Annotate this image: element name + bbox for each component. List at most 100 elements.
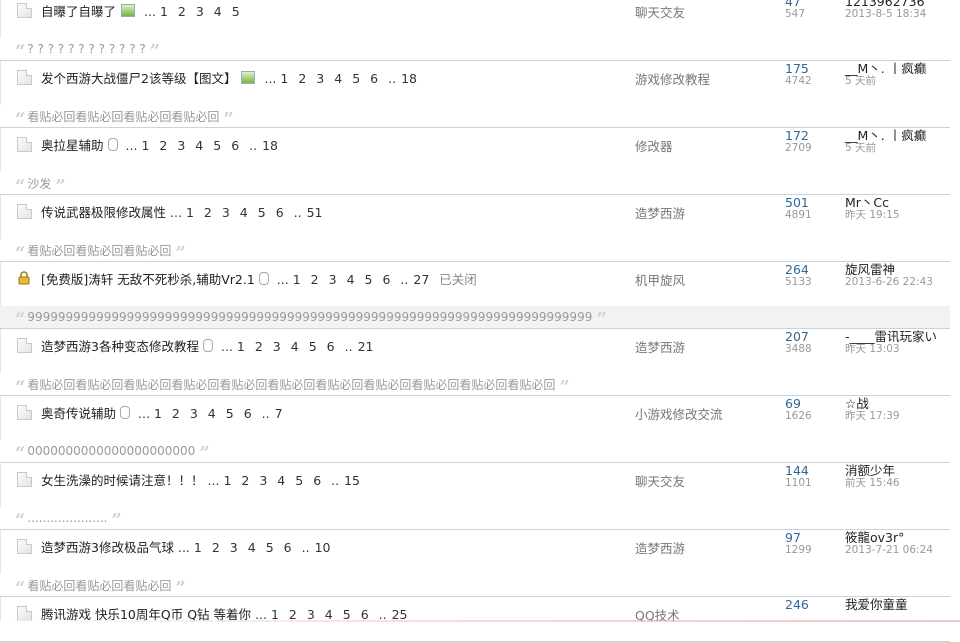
page-link[interactable]: 1 [141, 138, 149, 153]
last-post-user[interactable]: ☆战 [845, 397, 900, 410]
forum-link[interactable]: 聊天交友 [635, 2, 685, 21]
page-link[interactable]: 4 [347, 272, 355, 287]
page-link[interactable]: 3 [190, 406, 198, 421]
page-link[interactable]: 2 [204, 205, 212, 220]
reply-count[interactable]: 246 [785, 598, 809, 611]
page-link[interactable]: 5 [309, 339, 317, 354]
page-link[interactable]: 1 [293, 272, 301, 287]
thread-title-link[interactable]: 女生洗澡的时候请注意！！！ [41, 473, 204, 488]
thread-row[interactable]: 自曝了自曝了... 1 2 3 4 5 聊天交友 47 547 1213962736 2013-8-… [0, 0, 950, 38]
thread-row[interactable]: 女生洗澡的时候请注意！！！... 1 2 3 4 5 6.. 15 聊天交友 144 1101 消额少… [0, 463, 950, 507]
page-link[interactable]: 2 [178, 4, 186, 19]
page-link[interactable]: 3 [316, 71, 324, 86]
thread-row[interactable]: 奥拉星辅助... 1 2 3 4 5 6.. 18 修改器 172 2709 __M丶. 丨疯癫 5 天… [0, 128, 950, 172]
reply-count[interactable]: 69 [785, 397, 812, 410]
page-link[interactable]: 6 [382, 272, 390, 287]
page-link[interactable]: 5 [352, 71, 360, 86]
page-link[interactable]: 3 [230, 540, 238, 555]
thread-row[interactable]: 奥奇传说辅助... 1 2 3 4 5 6.. 7 小游戏修改交流 69 1626 ☆战 昨天 17:3… [0, 396, 950, 440]
page-link[interactable]: 5 [258, 205, 266, 220]
page-link[interactable]: 4 [334, 71, 342, 86]
thread-title-link[interactable]: 奥奇传说辅助 [41, 406, 116, 421]
forum-link[interactable]: 聊天交友 [635, 471, 685, 490]
thread-title-link[interactable]: 奥拉星辅助 [41, 138, 104, 153]
last-post-time[interactable]: 2013-6-26 22:43 [845, 276, 933, 289]
page-link[interactable]: 4 [291, 339, 299, 354]
page-link[interactable]: 27 [413, 272, 429, 287]
page-link[interactable]: 21 [358, 339, 374, 354]
last-post-time[interactable]: 2013-7-21 06:24 [845, 544, 933, 557]
page-link[interactable]: 2 [255, 339, 263, 354]
last-post-user[interactable]: 我爱你童童 [845, 598, 908, 611]
thread-title-link[interactable]: 传说武器极限修改属性 [41, 205, 166, 220]
last-post-user[interactable]: 旋风雷神 [845, 263, 933, 276]
page-link[interactable]: 5 [365, 272, 373, 287]
reply-count[interactable]: 144 [785, 464, 812, 477]
page-link[interactable]: 1 [186, 205, 194, 220]
reply-count[interactable]: 175 [785, 62, 812, 75]
page-link[interactable]: 3 [329, 272, 337, 287]
page-link[interactable]: 2 [298, 71, 306, 86]
last-post-user[interactable]: 筱龍ov3r° [845, 531, 933, 544]
page-link[interactable]: 1 [194, 540, 202, 555]
last-post-time[interactable]: 昨天 13:03 [845, 343, 937, 356]
reply-count[interactable]: 264 [785, 263, 812, 276]
page-link[interactable]: 2 [172, 406, 180, 421]
page-link[interactable]: 4 [277, 473, 285, 488]
last-post-time[interactable]: 昨天 19:15 [845, 209, 900, 222]
page-link[interactable]: 1 [160, 4, 168, 19]
page-link[interactable]: 3 [273, 339, 281, 354]
page-link[interactable]: 1 [280, 71, 288, 86]
page-link[interactable]: 1 [154, 406, 162, 421]
forum-link[interactable]: 造梦西游 [635, 203, 685, 222]
page-link[interactable]: 18 [262, 138, 278, 153]
last-post-time[interactable]: 昨天 17:39 [845, 410, 900, 423]
last-post-user[interactable]: -____雷讯玩家い [845, 330, 937, 343]
page-link[interactable]: 4 [248, 540, 256, 555]
forum-link[interactable]: 修改器 [635, 136, 673, 155]
thread-title-link[interactable]: 自曝了自曝了 [41, 4, 116, 19]
thread-row[interactable]: [免费版]涛轩 无敌不死秒杀,辅助Vr2.1... 1 2 3 4 5 6.. 27 已关闭 机甲… [0, 262, 950, 306]
forum-link[interactable]: 机甲旋风 [635, 270, 685, 289]
thread-row[interactable]: 发个西游大战僵尸2该等级【图文】... 1 2 3 4 5 6.. 18 游戏修改教程 175 47… [0, 61, 950, 105]
page-link[interactable]: 4 [208, 406, 216, 421]
reply-count[interactable]: 97 [785, 531, 812, 544]
last-post-time[interactable]: 5 天前 [845, 75, 926, 88]
page-link[interactable]: 6 [370, 71, 378, 86]
page-link[interactable]: 18 [401, 71, 417, 86]
page-link[interactable]: 15 [344, 473, 360, 488]
page-link[interactable]: 4 [240, 205, 248, 220]
page-link[interactable]: 2 [212, 540, 220, 555]
page-link[interactable]: 7 [275, 406, 283, 421]
thread-row[interactable]: 传说武器极限修改属性... 1 2 3 4 5 6.. 51 造梦西游 501 4891 Mr丶Cc 昨… [0, 195, 950, 239]
page-link[interactable]: 2 [311, 272, 319, 287]
last-post-user[interactable]: 1213962736 [845, 0, 926, 8]
page-link[interactable]: 5 [295, 473, 303, 488]
forum-link[interactable]: 造梦西游 [635, 337, 685, 356]
page-link[interactable]: 6 [276, 205, 284, 220]
thread-row[interactable]: 腾讯游戏 快乐10周年Q币 Q钻 等着你... 1 2 3 4 5 6.. 25 QQ技术 246… [0, 597, 950, 641]
page-link[interactable]: 3 [177, 138, 185, 153]
thread-title-link[interactable]: 发个西游大战僵尸2该等级【图文】 [41, 71, 236, 86]
page-link[interactable]: 4 [214, 4, 222, 19]
reply-count[interactable]: 172 [785, 129, 812, 142]
last-post-user[interactable]: Mr丶Cc [845, 196, 900, 209]
forum-link[interactable]: 游戏修改教程 [635, 69, 710, 88]
page-link[interactable]: 5 [232, 4, 240, 19]
page-link[interactable]: 6 [313, 473, 321, 488]
page-link[interactable]: 6 [284, 540, 292, 555]
last-post-user[interactable]: __M丶. 丨疯癫 [845, 129, 926, 142]
last-post-user[interactable]: __M丶. 丨疯癫 [845, 62, 926, 75]
page-link[interactable]: 1 [237, 339, 245, 354]
thread-row[interactable]: 造梦西游3各种变态修改教程... 1 2 3 4 5 6.. 21 造梦西游 207 3488 -__… [0, 329, 950, 373]
page-link[interactable]: 2 [241, 473, 249, 488]
page-link[interactable]: 2 [159, 138, 167, 153]
page-link[interactable]: 5 [226, 406, 234, 421]
forum-link[interactable]: 小游戏修改交流 [635, 404, 723, 423]
forum-link[interactable]: 造梦西游 [635, 538, 685, 557]
last-post-user[interactable]: 消额少年 [845, 464, 900, 477]
page-link[interactable]: 3 [222, 205, 230, 220]
reply-count[interactable]: 207 [785, 330, 812, 343]
page-link[interactable]: 6 [231, 138, 239, 153]
page-link[interactable]: 6 [327, 339, 335, 354]
